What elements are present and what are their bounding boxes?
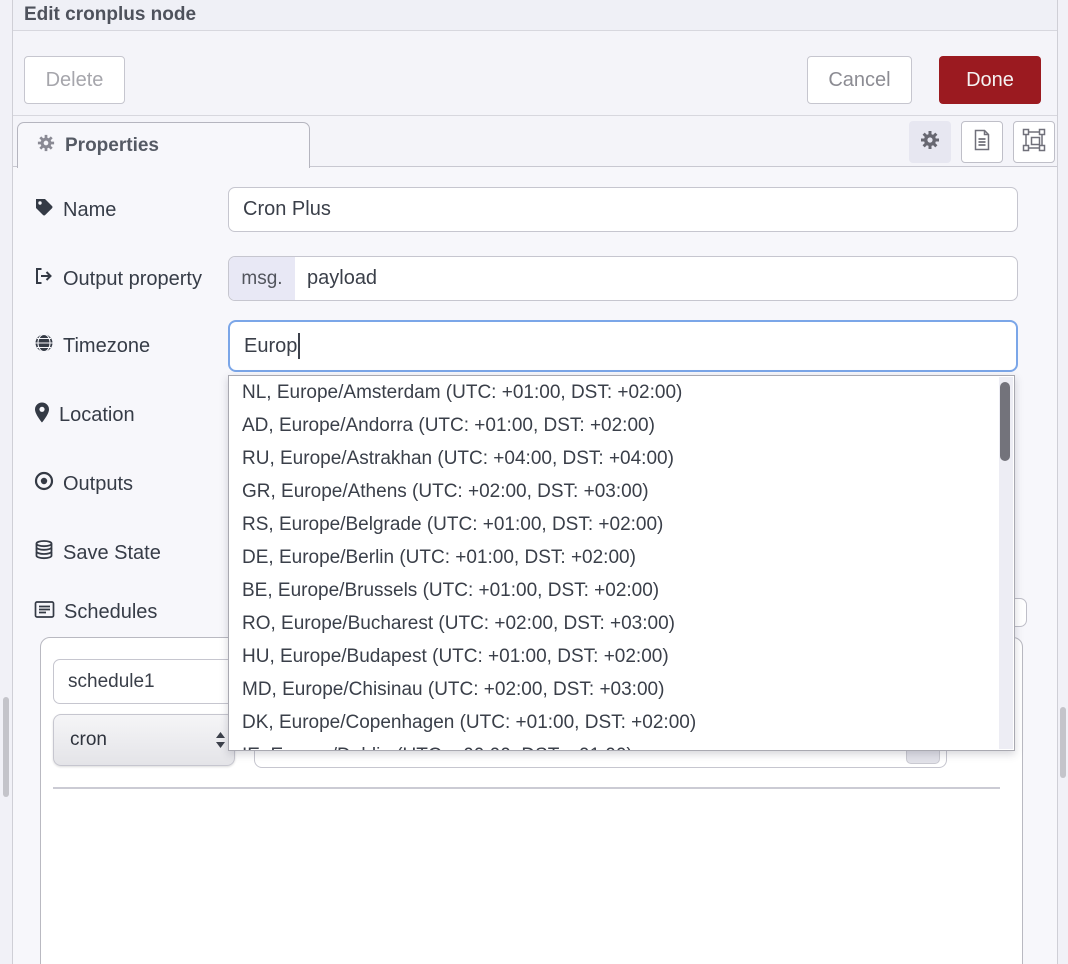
field-label-timezone: Timezone [34,333,150,359]
field-label-output-property: Output property [34,266,202,292]
schedule-type-select[interactable]: cron [53,714,235,766]
frame-icon [1022,128,1046,157]
delete-button[interactable]: Delete [24,56,125,104]
field-label-outputs: Outputs [34,471,133,497]
map-marker-icon [34,402,50,429]
tray-toolbar: Delete Cancel Done [13,31,1057,116]
appearance-tab-button[interactable] [1013,121,1055,163]
field-label-schedules: Schedules [34,600,157,625]
timezone-option[interactable]: IE, Europe/Dublin (UTC: +00:00, DST: +01… [229,739,1014,751]
sign-out-icon [34,266,54,292]
schedule-name-value: schedule1 [54,671,155,693]
field-label-save-state: Save State [34,540,161,566]
tab-properties-label: Properties [65,135,159,157]
list-icon [34,600,55,625]
timezone-option[interactable]: RU, Europe/Astrakhan (UTC: +04:00, DST: … [229,442,1014,475]
timezone-input-value: Europ [230,335,297,358]
workspace-right-scrollbar[interactable] [1060,707,1066,778]
name-input-value: Cron Plus [229,198,331,221]
timezone-option[interactable]: MD, Europe/Chisinau (UTC: +02:00, DST: +… [229,673,1014,706]
properties-tab-button[interactable] [909,121,951,163]
timezone-option[interactable]: HU, Europe/Budapest (UTC: +01:00, DST: +… [229,640,1014,673]
timezone-option[interactable]: GR, Europe/Athens (UTC: +02:00, DST: +03… [229,475,1014,508]
dialog-title: Edit cronplus node [24,4,196,26]
description-tab-button[interactable] [961,121,1003,163]
timezone-option[interactable]: AD, Europe/Andorra (UTC: +01:00, DST: +0… [229,409,1014,442]
cancel-button[interactable]: Cancel [807,56,912,104]
database-icon [34,540,54,566]
timezone-option[interactable]: NL, Europe/Amsterdam (UTC: +01:00, DST: … [229,376,1014,409]
gear-icon [920,130,940,155]
dot-circle-icon [34,471,54,497]
field-label-name: Name [34,197,116,223]
workspace-left-scrollbar[interactable] [3,697,9,797]
timezone-option[interactable]: RO, Europe/Bucharest (UTC: +02:00, DST: … [229,607,1014,640]
text-cursor [298,333,300,359]
timezone-option[interactable]: DK, Europe/Copenhagen (UTC: +01:00, DST:… [229,706,1014,739]
document-icon [972,129,992,156]
timezone-dropdown: NL, Europe/Amsterdam (UTC: +01:00, DST: … [228,375,1015,751]
gear-icon [37,134,55,157]
timezone-option[interactable]: DE, Europe/Berlin (UTC: +01:00, DST: +02… [229,541,1014,574]
name-input[interactable]: Cron Plus [228,187,1018,232]
tag-icon [34,197,54,223]
select-arrows-icon [215,731,226,749]
timezone-option[interactable]: RS, Europe/Belgrade (UTC: +01:00, DST: +… [229,508,1014,541]
tab-properties[interactable]: Properties [17,122,310,168]
output-property-value: payload [295,267,377,290]
msg-prefix[interactable]: msg. [229,257,295,300]
tray-header: Edit cronplus node [13,0,1057,31]
globe-icon [34,333,54,359]
tab-bar: Properties [13,116,1057,167]
timezone-option[interactable]: BE, Europe/Brussels (UTC: +01:00, DST: +… [229,574,1014,607]
edit-node-dialog: Edit cronplus node Delete Cancel Done [0,0,1068,964]
schedule-type-value: cron [70,729,107,751]
done-button[interactable]: Done [939,56,1041,104]
schedule-divider [53,787,1000,789]
field-label-location: Location [34,402,135,429]
dropdown-scrollbar-thumb[interactable] [1000,382,1010,461]
output-property-input[interactable]: msg. payload [228,256,1018,301]
timezone-input[interactable]: Europ [228,320,1018,372]
dropdown-scrollbar-track[interactable] [999,377,1013,749]
